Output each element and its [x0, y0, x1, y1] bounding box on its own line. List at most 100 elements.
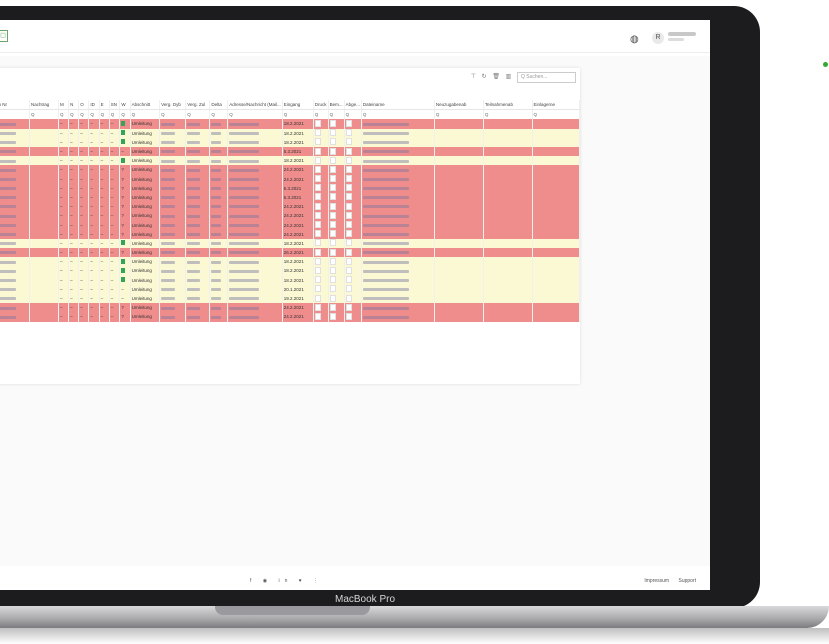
table-row[interactable]: – – – – – –? Umleitung 5.3.2021 [0, 183, 581, 193]
column-filter[interactable]: Q [313, 109, 329, 120]
table-cell: – [88, 146, 100, 157]
table-row[interactable]: – – – – – –? Umleitung 24.2.2021 [0, 202, 581, 212]
table-row[interactable]: – – – – – – – Umleitung 19.2.2021 [0, 293, 581, 304]
table-cell: – [78, 119, 90, 129]
table-cell [483, 220, 533, 230]
table-row[interactable]: – – – – – –? Umleitung 24.2.2021 [0, 165, 581, 175]
table-row[interactable]: – – – – – –? Umleitung 24.2.2021 [0, 312, 581, 322]
column-header[interactable]: Verg. Zul [185, 100, 211, 111]
table-row[interactable]: – – – – – –? Umleitung 24.2.2021 [0, 229, 581, 239]
column-filter[interactable]: Q [227, 109, 283, 120]
column-header[interactable]: Nachtrag [29, 100, 60, 111]
table-row[interactable]: – – – – – – Umleitung 18.2.2021 [0, 128, 581, 138]
table-cell [532, 312, 581, 322]
table-cell [344, 257, 362, 267]
table-row[interactable]: – – – – – – Umleitung 18.2.2021 [0, 137, 581, 147]
column-filter[interactable]: Q [282, 109, 314, 120]
table-cell: – [99, 266, 110, 276]
column-filter[interactable]: Q [99, 109, 110, 120]
table-cell: – [68, 119, 80, 129]
column-header[interactable]: Delta [209, 100, 229, 111]
column-filter[interactable]: Q [78, 109, 90, 120]
column-filter[interactable]: Q [361, 109, 435, 120]
table-row[interactable]: – – – – – –? Umleitung 24.2.2021 [0, 303, 581, 313]
menu-button[interactable]: ◻ [0, 30, 8, 42]
table-row[interactable]: – – – – – – Umleitung 18.2.2021 [0, 275, 581, 285]
social-links[interactable]: f ◉ in ♥ ⋮ [250, 578, 323, 584]
column-header[interactable]: Bem... [328, 100, 345, 111]
delete-icon[interactable]: 🗑 [492, 73, 500, 80]
column-header[interactable]: N [68, 100, 80, 111]
column-filter[interactable]: Q [532, 109, 581, 120]
columns-icon[interactable]: ▥ [506, 73, 512, 80]
table-cell [328, 128, 345, 138]
table-cell [532, 229, 581, 239]
column-header[interactable]: Eingang [282, 100, 314, 111]
table-row[interactable]: – – – – – –? Umleitung 24.2.2021 [0, 211, 581, 221]
column-filter[interactable]: Q [119, 109, 131, 120]
table-cell: – [109, 229, 121, 239]
column-filter[interactable]: Q [434, 109, 484, 120]
column-header[interactable]: Adresse/Nachricht (Mail... [227, 100, 283, 111]
table-row[interactable]: – – – – – –? Umleitung 24.2.2021 [0, 220, 581, 230]
table-cell [434, 284, 484, 294]
column-header[interactable]: Einlagerne [532, 100, 581, 111]
table-cell [29, 248, 60, 258]
column-filter[interactable]: Q [88, 109, 100, 120]
column-header[interactable]: Verg. Dyb [159, 100, 187, 111]
column-header[interactable]: E [99, 100, 110, 111]
table-row[interactable]: – – – – – – Umleitung 18.2.2021 [0, 156, 581, 166]
impressum-link[interactable]: Impressum [644, 578, 669, 584]
table-row[interactable]: – – – – – –? Umleitung 26.2.2021 [0, 248, 581, 258]
column-filter[interactable]: Q [159, 109, 187, 120]
column-filter[interactable]: Q [58, 109, 70, 120]
column-header[interactable]: Druck [313, 100, 329, 111]
table-cell [313, 211, 329, 221]
table-row[interactable]: – – – – – – Umleitung 18.2.2021 [0, 257, 581, 267]
support-link[interactable]: Support [678, 578, 696, 584]
search-input[interactable]: Q Suchen... [517, 72, 576, 83]
table-row[interactable]: – – – – – – Umleitung 18.2.2021 [0, 238, 581, 248]
column-header[interactable]: Abge... [344, 100, 362, 111]
table-row[interactable]: – – – – – – – Umleitung 5.3.2021 [0, 146, 581, 157]
column-header[interactable]: Neuzugabenab [434, 100, 484, 111]
table-cell [159, 275, 187, 285]
grid-toolbar: ⊤ ↻ 🗑 ▥ Q Suchen... [467, 72, 576, 83]
table-row[interactable]: – – – – – –? Umleitung 5.3.2021 [0, 192, 581, 203]
avatar[interactable]: R [652, 32, 664, 44]
column-header[interactable]: W [119, 100, 131, 111]
column-filter[interactable]: Q [185, 109, 211, 120]
column-filter[interactable]: Q [328, 109, 345, 120]
column-filter[interactable]: Q [344, 109, 362, 120]
table-cell [328, 211, 345, 221]
table-cell: – [109, 312, 121, 322]
column-header[interactable]: SN [109, 100, 121, 111]
column-header[interactable]: Teilnahmenab [483, 100, 533, 111]
refresh-icon[interactable]: ↻ [482, 73, 487, 80]
table-row[interactable]: – – – – – – Umleitung 18.2.2021 [0, 119, 581, 129]
column-filter[interactable]: Q [109, 109, 121, 120]
table-row[interactable]: – – – – – –? Umleitung 24.2.2021 [0, 174, 581, 184]
table-cell: – [99, 303, 110, 313]
globe-icon[interactable]: ◍ [630, 34, 639, 45]
column-filter[interactable]: Q [0, 109, 30, 120]
column-filter[interactable]: Q [29, 109, 60, 120]
table-row[interactable]: – – – – – – – Umleitung 20.1.2021 [0, 284, 581, 294]
column-header[interactable]: O [78, 100, 90, 111]
column-filter[interactable]: Q [68, 109, 80, 120]
column-filter[interactable]: Q [483, 109, 533, 120]
table-cell [227, 293, 283, 304]
table-cell: – [68, 303, 80, 313]
column-header[interactable]: Dateiname [361, 100, 435, 111]
table-cell: ? [119, 211, 131, 221]
table-cell: – [88, 275, 100, 285]
table-row[interactable]: – – – – – – Umleitung 18.2.2021 [0, 266, 581, 276]
column-header[interactable]: M [58, 100, 70, 111]
column-header[interactable]: Abschnitt [130, 100, 161, 111]
column-header[interactable]: ID [88, 100, 100, 111]
filter-icon[interactable]: ⊤ [471, 73, 476, 80]
column-filter[interactable]: Q [209, 109, 229, 120]
column-header[interactable]: Dyb Nr [0, 100, 30, 111]
column-filter[interactable]: Q [130, 109, 161, 120]
table-cell: 18.2.2021 [282, 119, 314, 129]
